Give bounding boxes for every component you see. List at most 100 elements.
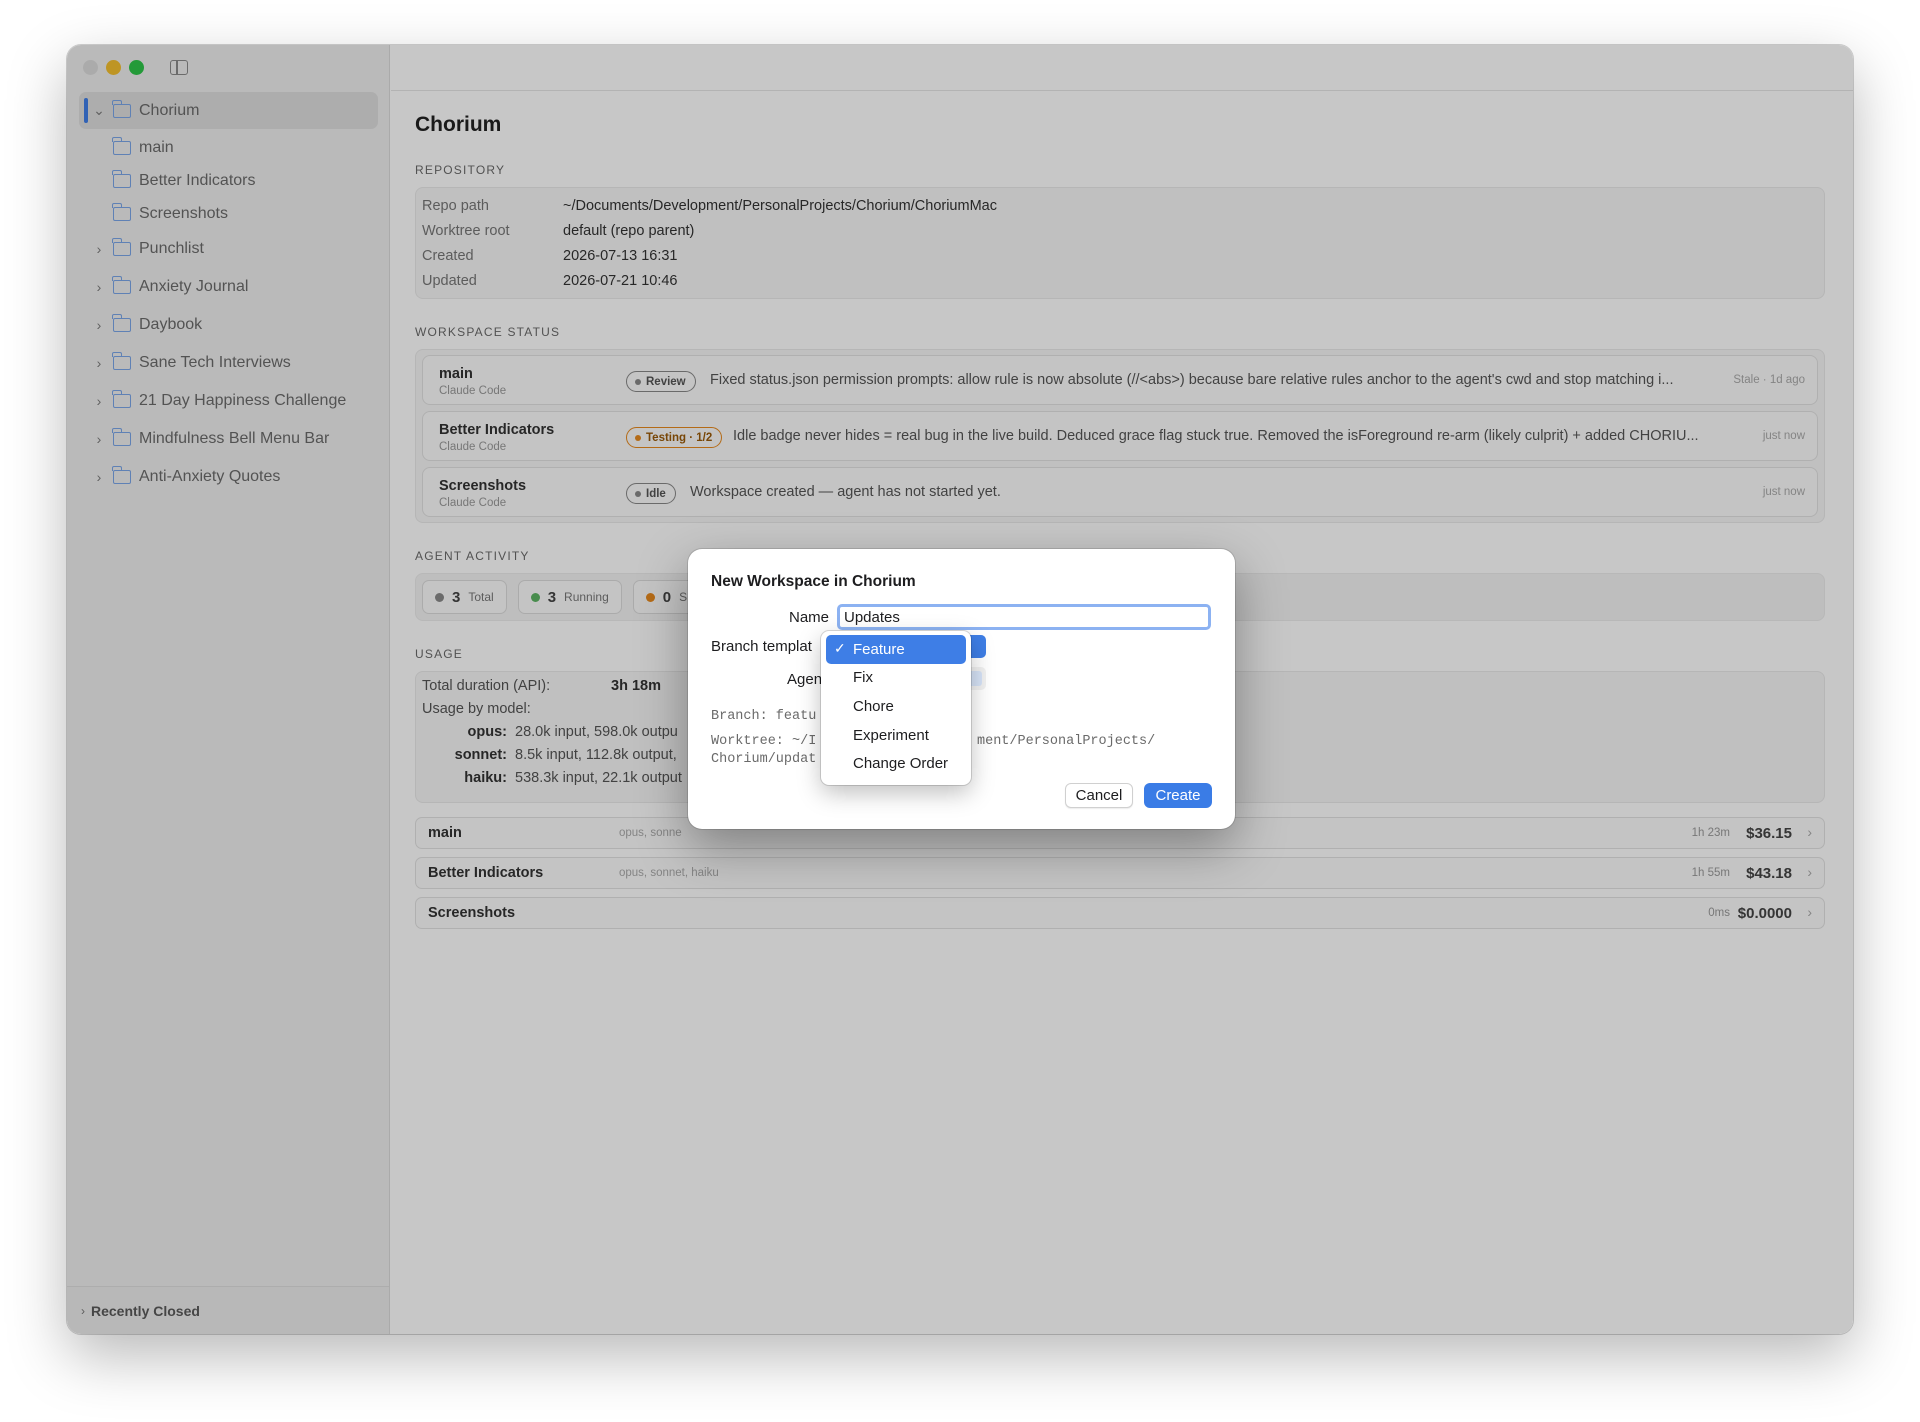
kv-key: Repo path	[422, 197, 489, 214]
sidebar-item-anti-anxiety-quotes[interactable]: › Anti-Anxiety Quotes	[79, 458, 378, 496]
agent-label: Agen	[787, 671, 823, 688]
chevron-right-icon[interactable]: ›	[89, 241, 109, 257]
workspace-name-input[interactable]	[837, 604, 1211, 630]
pill-label: S	[679, 590, 688, 604]
minimize-window-button[interactable]	[106, 60, 121, 75]
folder-icon	[112, 169, 131, 188]
menu-item-feature[interactable]: ✓ Feature	[826, 635, 966, 664]
chevron-right-icon[interactable]: ›	[89, 279, 109, 295]
status-badge-label: Testing · 1/2	[646, 431, 713, 444]
menu-item-label: Feature	[853, 640, 905, 658]
create-button[interactable]: Create	[1144, 783, 1212, 808]
worktree-preview-start: Worktree: ~/I	[711, 734, 817, 749]
workspace-status-row[interactable]: Screenshots Claude Code Idle Workspace c…	[422, 467, 1818, 517]
usage-duration-label: Total duration (API):	[422, 678, 551, 694]
cancel-button[interactable]: Cancel	[1065, 783, 1133, 808]
cost-row-cost: $0.0000	[1737, 905, 1792, 922]
menu-item-experiment[interactable]: Experiment	[826, 721, 966, 750]
sidebar-item-label: Sane Tech Interviews	[139, 354, 291, 371]
kv-value: 2026-07-13 16:31	[563, 247, 678, 264]
workspace-timestamp: just now	[1762, 486, 1805, 498]
status-badge-label: Idle	[646, 487, 666, 500]
sidebar: ⌄ Chorium main Better Indicators Screens…	[67, 45, 390, 1334]
folder-icon	[112, 352, 131, 370]
workspace-description: Fixed status.json permission prompts: al…	[710, 372, 1674, 388]
sidebar-item-21-day-happiness-challenge[interactable]: › 21 Day Happiness Challenge	[79, 382, 378, 420]
workspace-timestamp: just now	[1762, 430, 1805, 442]
usage-model-value: 8.5k input, 112.8k output,	[515, 747, 677, 763]
updated-row: Updated 2026-07-21 10:46	[422, 268, 1818, 293]
pill-count: 3	[452, 588, 461, 606]
menu-item-label: Change Order	[853, 755, 949, 773]
checkmark-icon: ✓	[834, 640, 846, 656]
usage-cost-row[interactable]: Better Indicators opus, sonnet, haiku 1h…	[415, 857, 1825, 889]
sidebar-item-punchlist[interactable]: › Punchlist	[79, 230, 378, 268]
chevron-right-icon[interactable]: ›	[89, 431, 109, 447]
sidebar-item-main[interactable]: main	[79, 131, 378, 164]
chevron-right-icon: ›	[1807, 824, 1812, 840]
status-badge: Idle	[626, 483, 676, 504]
folder-icon	[112, 390, 131, 408]
chevron-down-icon[interactable]: ⌄	[89, 102, 109, 119]
cost-row-duration: 1h 55m	[1691, 867, 1730, 879]
cost-row-duration: 0ms	[1708, 907, 1730, 919]
zoom-window-button[interactable]	[129, 60, 144, 75]
pill-label: Total	[468, 590, 494, 604]
folder-icon	[112, 136, 131, 155]
usage-model-value: 28.0k input, 598.0k outpu	[515, 724, 678, 740]
chevron-right-icon: ›	[1807, 904, 1812, 920]
sidebar-item-label: Anti-Anxiety Quotes	[139, 468, 281, 485]
sidebar-item-label: Screenshots	[139, 204, 228, 222]
pill-label: Running	[564, 590, 609, 604]
workspace-agent: Claude Code	[439, 441, 507, 453]
workspace-description: Workspace created — agent has not starte…	[690, 484, 1001, 500]
chevron-right-icon[interactable]: ›	[89, 355, 109, 371]
sidebar-item-label: 21 Day Happiness Challenge	[139, 392, 347, 409]
kv-key: Created	[422, 247, 474, 264]
sidebar-item-label: Mindfulness Bell Menu Bar	[139, 430, 330, 447]
workspace-name: Better Indicators	[439, 422, 555, 438]
cost-row-cost: $36.15	[1746, 825, 1792, 842]
sidebar-item-sane-tech-interviews[interactable]: › Sane Tech Interviews	[79, 344, 378, 382]
sidebar-item-screenshots[interactable]: Screenshots	[79, 197, 378, 230]
created-row: Created 2026-07-13 16:31	[422, 243, 1818, 268]
sidebar-item-chorium[interactable]: ⌄ Chorium	[79, 92, 378, 129]
chevron-right-icon[interactable]: ›	[89, 317, 109, 333]
workspace-status-row[interactable]: Better Indicators Claude Code Testing · …	[422, 411, 1818, 461]
status-badge: Testing · 1/2	[626, 427, 723, 448]
cost-row-models: opus, sonnet, haiku	[619, 867, 719, 879]
status-dot-icon	[530, 592, 540, 602]
close-window-button[interactable]	[83, 60, 98, 75]
workspace-status-row[interactable]: main Claude Code Review Fixed status.jso…	[422, 355, 1818, 405]
kv-value: 2026-07-21 10:46	[563, 272, 678, 289]
folder-icon	[112, 314, 131, 332]
sidebar-item-daybook[interactable]: › Daybook	[79, 306, 378, 344]
cost-row-models: opus, sonne	[619, 827, 682, 839]
menu-item-change-order[interactable]: Change Order	[826, 749, 966, 778]
recently-closed-label: Recently Closed	[91, 1302, 200, 1319]
sidebar-item-better-indicators[interactable]: Better Indicators	[79, 164, 378, 197]
folder-icon	[112, 99, 131, 118]
chevron-right-icon[interactable]: ›	[89, 469, 109, 485]
menu-item-chore[interactable]: Chore	[826, 692, 966, 721]
status-dot-icon	[435, 592, 444, 602]
branch-template-label: Branch templat	[711, 638, 812, 655]
menu-item-label: Chore	[853, 697, 894, 715]
workspace-timestamp: Stale · 1d ago	[1733, 374, 1805, 386]
chevron-right-icon: ›	[81, 1303, 85, 1318]
chevron-right-icon[interactable]: ›	[89, 393, 109, 409]
menu-item-fix[interactable]: Fix	[826, 664, 966, 693]
sidebar-toggle-icon[interactable]	[170, 60, 188, 75]
status-badge: Review	[626, 371, 696, 392]
usage-model-name: opus:	[467, 724, 507, 740]
sidebar-item-anxiety-journal[interactable]: › Anxiety Journal	[79, 268, 378, 306]
sidebar-item-mindfulness-bell-menu-bar[interactable]: › Mindfulness Bell Menu Bar	[79, 420, 378, 458]
folder-icon	[112, 466, 131, 484]
recently-closed-toggle[interactable]: › Recently Closed	[67, 1286, 389, 1334]
worktree-preview-end: ment/PersonalProjects/	[977, 734, 1156, 749]
branch-template-menu: ✓ Feature Fix Chore Experiment Change Or…	[821, 631, 971, 785]
worktree-preview-line2: Chorium/updat	[711, 752, 817, 767]
workspace-description: Idle badge never hides = real bug in the…	[733, 428, 1699, 444]
usage-by-model-label: Usage by model:	[422, 701, 531, 717]
usage-cost-row[interactable]: Screenshots 0ms $0.0000 ›	[415, 897, 1825, 929]
